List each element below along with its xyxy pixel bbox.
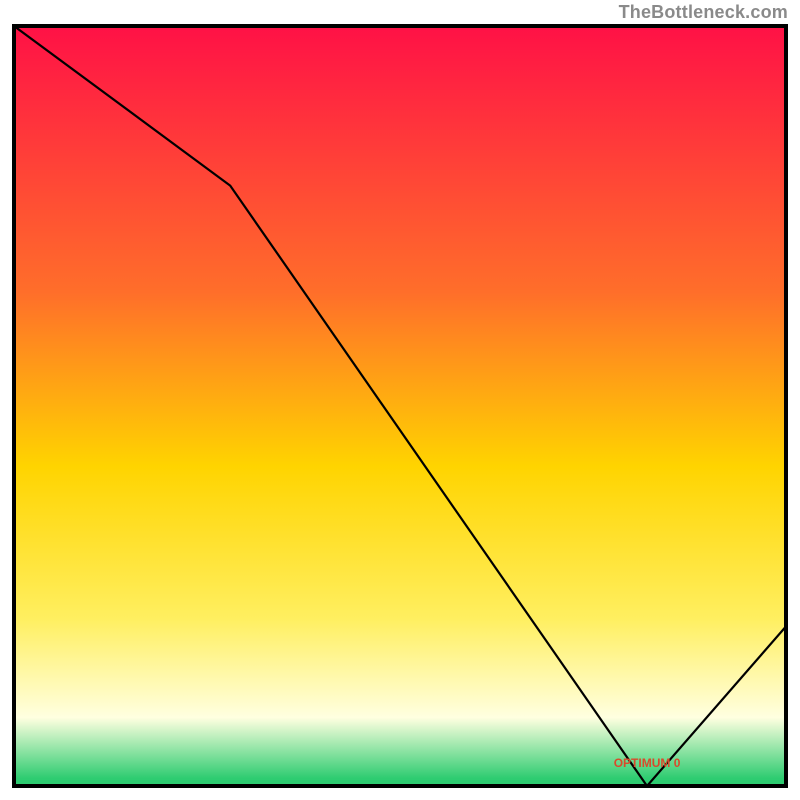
chart-svg: OPTIMUM 0 (0, 0, 800, 800)
optimal-annotation: OPTIMUM 0 (614, 756, 681, 770)
gradient-background (14, 26, 786, 786)
chart-container: TheBottleneck.com OPTIMUM 0 (0, 0, 800, 800)
